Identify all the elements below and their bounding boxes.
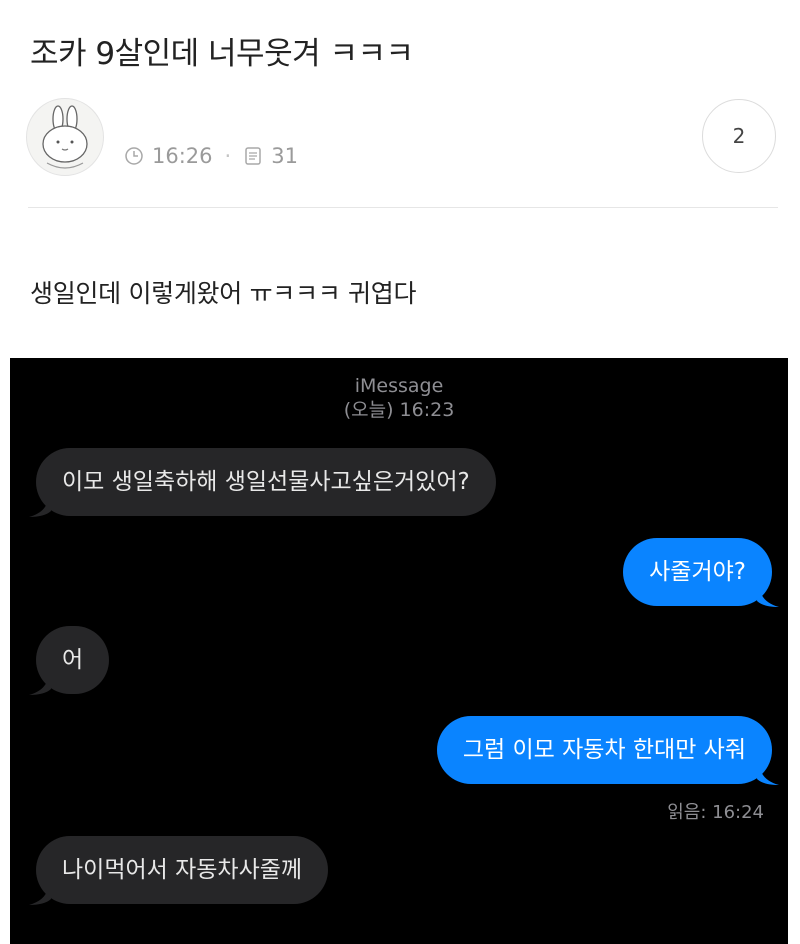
comment-count-button[interactable]: 2 xyxy=(702,99,776,173)
message-bubble-outgoing: 그럼 이모 자동차 한대만 사줘 xyxy=(436,716,779,785)
post-title: 조카 9살인데 너무웃겨 ㅋㅋㅋ xyxy=(30,36,414,72)
clock-icon xyxy=(125,147,143,165)
message-text: 이모 생일축하해 생일선물사고싶은거있어? xyxy=(62,469,470,495)
divider xyxy=(28,207,778,208)
bubble-tail-icon xyxy=(29,881,51,905)
view-count: 31 xyxy=(271,144,298,168)
message-bubble-incoming: 이모 생일축하해 생일선물사고싶은거있어? xyxy=(29,448,496,517)
bubble-tail-icon xyxy=(757,583,779,607)
bubble-tail-icon xyxy=(29,493,51,517)
post-time: 16:26 xyxy=(152,144,213,168)
post-meta: 16:26 · 31 xyxy=(124,144,298,168)
avatar[interactable] xyxy=(26,98,104,176)
imessage-screenshot: iMessage (오늘) 16:23 이모 생일축하해 생일선물사고싶은거있어… xyxy=(10,358,788,944)
message-text: 사줄거야? xyxy=(649,559,746,585)
message-bubble-incoming: 나이먹어서 자동차사줄께 xyxy=(29,836,329,905)
comment-count: 2 xyxy=(732,124,746,148)
read-receipt: 읽음: 16:24 xyxy=(667,802,764,823)
message-text: 어 xyxy=(62,647,84,673)
message-text: 그럼 이모 자동차 한대만 사줘 xyxy=(462,737,746,763)
message-text: 나이먹어서 자동차사줄께 xyxy=(62,857,303,883)
views-icon xyxy=(245,147,261,165)
post-body: 생일인데 이렇게왔어 ㅠㅋㅋㅋ 귀엽다 xyxy=(30,279,417,308)
service-label: iMessage xyxy=(354,375,444,397)
bubble-tail-icon xyxy=(29,671,51,695)
bunny-avatar-icon xyxy=(42,105,88,169)
imessage-header: iMessage (오늘) 16:23 xyxy=(10,374,788,422)
bubble-tail-icon xyxy=(757,761,779,785)
message-bubble-incoming: 어 xyxy=(29,626,110,695)
message-bubble-outgoing: 사줄거야? xyxy=(623,538,779,607)
meta-separator: · xyxy=(224,144,232,168)
conversation-timestamp: (오늘) 16:23 xyxy=(343,399,455,421)
